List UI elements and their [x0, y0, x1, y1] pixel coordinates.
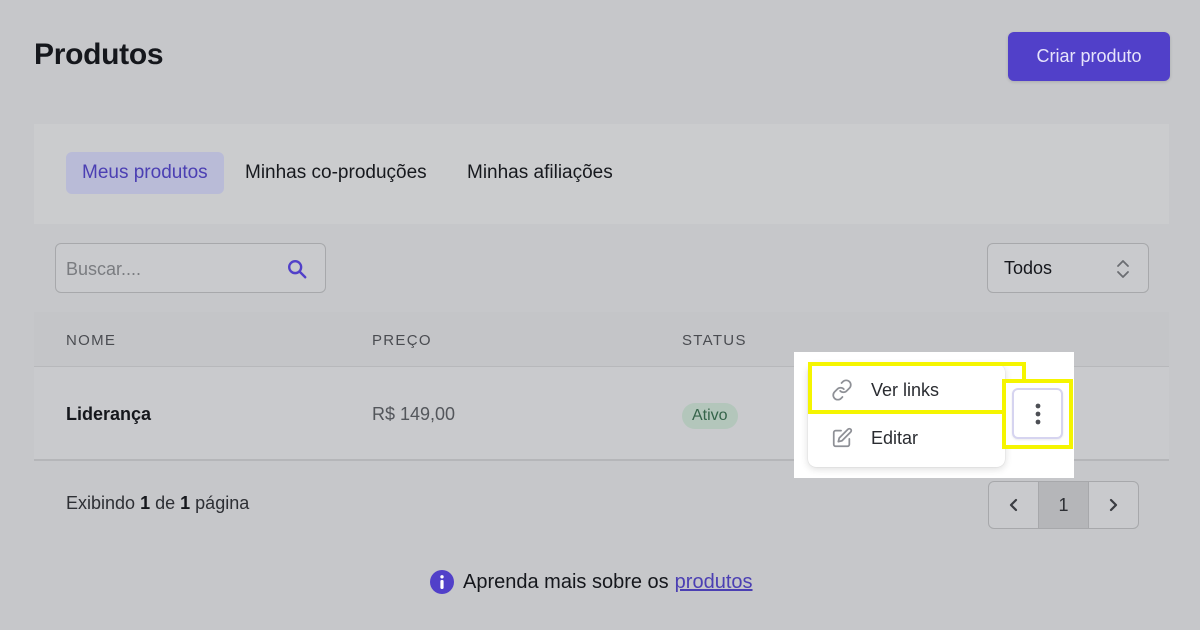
status-filter-value: Todos: [1004, 258, 1053, 278]
menu-item-label: Ver links: [871, 379, 940, 400]
help-link-produtos[interactable]: produtos: [675, 571, 753, 594]
column-header-preco: PREÇO: [372, 332, 432, 349]
create-product-button[interactable]: Criar produto: [1008, 32, 1170, 81]
chevron-left-icon: [1009, 498, 1017, 512]
page-1-button[interactable]: 1: [1038, 482, 1089, 528]
help-label: Aprenda mais sobre os: [463, 570, 669, 593]
search-icon[interactable]: [286, 258, 308, 280]
info-icon: [430, 570, 454, 594]
pagination-prefix: Exibindo: [66, 493, 136, 513]
page-title: Produtos: [34, 38, 164, 71]
search-input[interactable]: [66, 256, 276, 282]
next-page-button[interactable]: [1089, 482, 1138, 528]
menu-item-label: Editar: [871, 427, 919, 448]
kebab-icon: [1035, 403, 1040, 424]
tabs-bar: Meus produtos Minhas co-produções Minhas…: [34, 124, 1169, 224]
table-toolbar: Todos: [34, 224, 1169, 312]
edit-icon: [832, 427, 853, 448]
status-badge: Ativo: [682, 403, 738, 429]
pagination-summary: Exibindo 1 de 1 página: [66, 493, 249, 514]
pagination-suffix: página: [195, 493, 250, 513]
previous-page-button[interactable]: [989, 482, 1038, 528]
pagination-current: 1: [140, 493, 151, 513]
row-actions-menu: Ver links Editar: [808, 364, 1005, 467]
pagination-middle: de: [155, 493, 176, 513]
tab-minhas-afiliacoes[interactable]: Minhas afiliações: [467, 152, 613, 194]
product-price: R$ 149,00: [372, 404, 456, 424]
product-name: Liderança: [66, 404, 152, 424]
help-text: Aprenda mais sobre os produtos: [430, 569, 753, 595]
pagination-controls: 1: [988, 481, 1139, 529]
link-icon: [832, 379, 852, 401]
chevron-right-icon: [1110, 498, 1118, 512]
tab-meus-produtos[interactable]: Meus produtos: [66, 152, 224, 194]
menu-item-ver-links[interactable]: Ver links: [808, 367, 1005, 413]
menu-item-editar[interactable]: Editar: [808, 415, 1005, 461]
column-header-status: STATUS: [682, 332, 747, 349]
products-card: Meus produtos Minhas co-produções Minhas…: [34, 124, 1169, 544]
tab-minhas-coproducoes[interactable]: Minhas co-produções: [245, 152, 427, 194]
row-actions-button[interactable]: [1012, 388, 1063, 439]
pagination-total: 1: [180, 493, 191, 513]
search-box: [55, 243, 326, 293]
status-filter-select[interactable]: Todos: [987, 243, 1149, 293]
chevron-up-down-icon: [1117, 260, 1129, 278]
column-header-nome: NOME: [66, 332, 117, 349]
